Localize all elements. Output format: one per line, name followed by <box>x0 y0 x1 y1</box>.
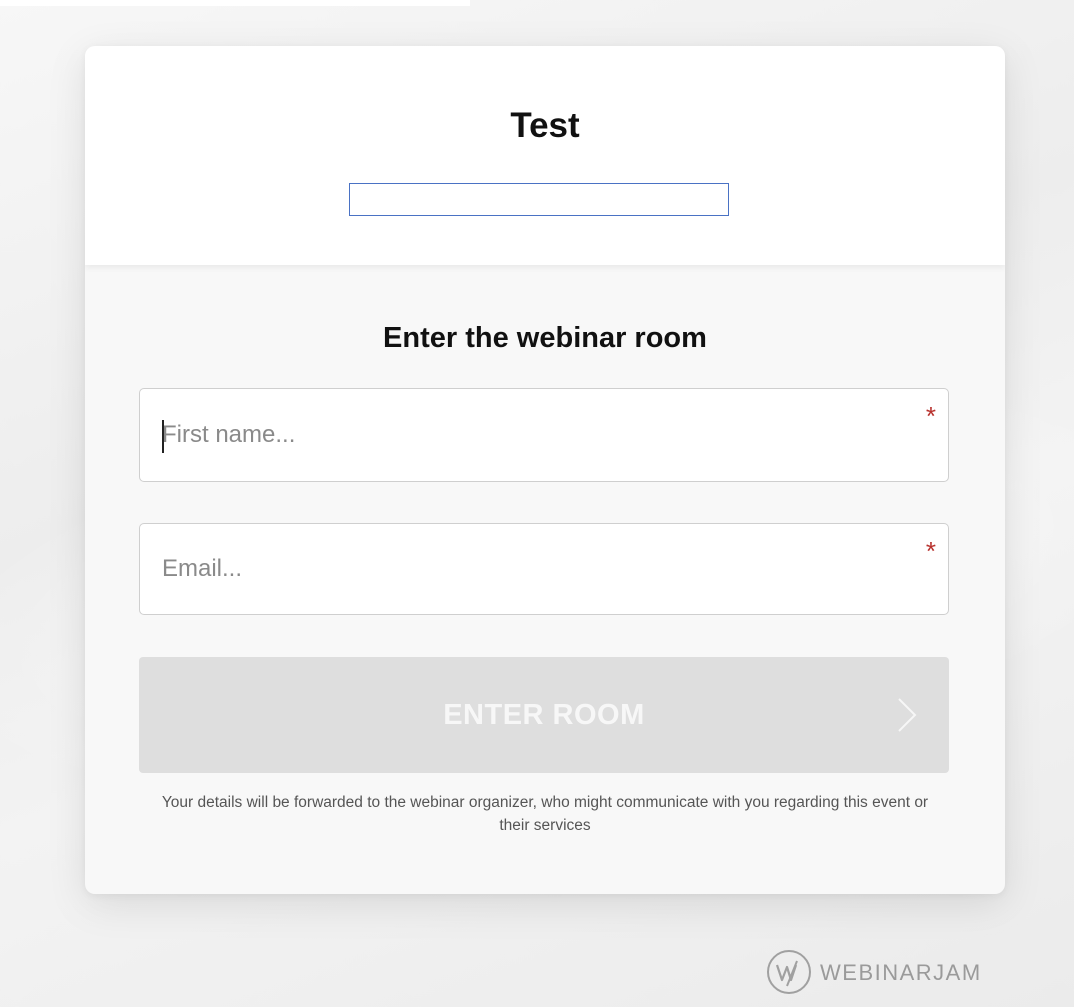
webinarjam-logo-icon <box>767 950 811 994</box>
text-caret <box>162 420 164 453</box>
email-field[interactable]: * <box>139 523 949 615</box>
form-title: Enter the webinar room <box>383 322 707 354</box>
privacy-disclaimer: Your details will be forwarded to the we… <box>161 794 929 834</box>
top-strip <box>0 0 470 6</box>
highlighted-field[interactable] <box>349 183 729 216</box>
brand-name: WEBINARJAM <box>820 960 982 985</box>
registration-card: Test Enter the webinar room * * ENTER RO… <box>85 46 1005 894</box>
enter-room-label: ENTER ROOM <box>443 699 645 731</box>
webinarjam-brand: WEBINARJAM <box>765 948 995 996</box>
card-header: Test <box>85 46 1005 265</box>
required-asterisk: * <box>925 401 936 431</box>
enter-room-button[interactable]: ENTER ROOM <box>139 657 949 773</box>
required-asterisk: * <box>925 536 936 566</box>
email-input[interactable] <box>140 524 948 614</box>
first-name-input[interactable] <box>140 389 948 481</box>
first-name-field[interactable]: * <box>139 388 949 482</box>
event-title: Test <box>510 106 580 145</box>
chevron-right-icon <box>898 698 917 732</box>
